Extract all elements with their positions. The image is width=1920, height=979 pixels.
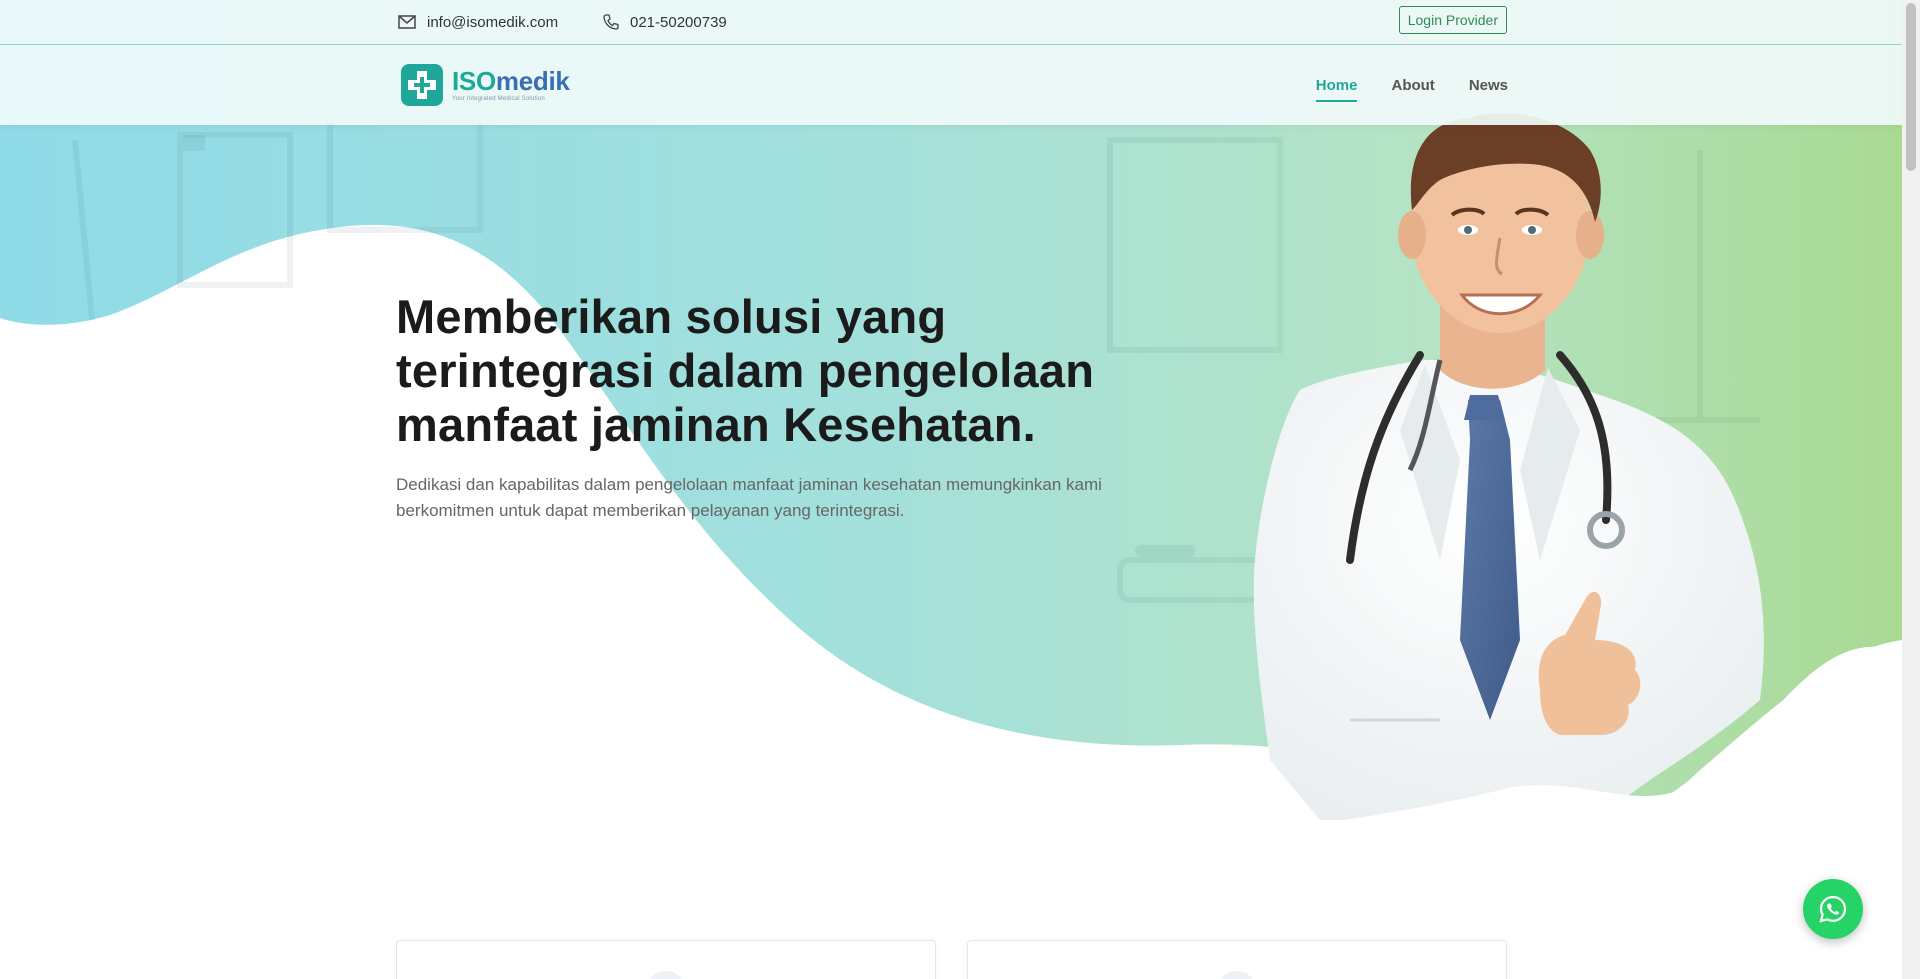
- phone-text: 021-50200739: [630, 13, 727, 31]
- email-contact[interactable]: info@isomedik.com: [398, 0, 558, 44]
- nav-news[interactable]: News: [1469, 73, 1508, 98]
- brand-name-iso: ISO: [452, 66, 496, 96]
- phone-contact[interactable]: 021-50200739: [603, 0, 727, 44]
- page: info@isomedik.com 021-50200739 Login Pro…: [0, 0, 1902, 979]
- email-text: info@isomedik.com: [427, 13, 559, 31]
- phone-icon: [603, 14, 619, 30]
- top-contact-bar: info@isomedik.com 021-50200739 Login Pro…: [0, 0, 1902, 45]
- brand-logo[interactable]: ISOmedik Your Integrated Medical Solutio…: [400, 63, 570, 107]
- login-provider-button[interactable]: Login Provider: [1398, 6, 1507, 34]
- feature-card-1[interactable]: [396, 940, 936, 979]
- scrollbar-thumb[interactable]: [1906, 3, 1916, 171]
- nav-home[interactable]: Home: [1315, 73, 1357, 102]
- whatsapp-chat-button[interactable]: [1803, 879, 1863, 939]
- feature-card-2[interactable]: [967, 940, 1507, 979]
- hero-subtitle: Dedikasi dan kapabilitas dalam pengelola…: [396, 475, 1102, 520]
- mail-icon: [398, 15, 416, 29]
- card-icon-placeholder: [646, 971, 686, 979]
- whatsapp-icon: [1819, 895, 1847, 923]
- main-navbar: ISOmedik Your Integrated Medical Solutio…: [0, 45, 1902, 125]
- nav-about[interactable]: About: [1391, 73, 1434, 98]
- page-scrollbar[interactable]: [1902, 0, 1920, 979]
- card-icon-placeholder: [1217, 971, 1257, 979]
- primary-nav: Home About News: [1282, 45, 1508, 125]
- brand-name-medik: medik: [495, 66, 570, 96]
- hero-title: Memberikan solusi yang terintegrasi dala…: [396, 290, 1095, 451]
- brand-tagline: Your Integrated Medical Solution: [452, 96, 545, 102]
- medical-cross-icon: [401, 64, 443, 106]
